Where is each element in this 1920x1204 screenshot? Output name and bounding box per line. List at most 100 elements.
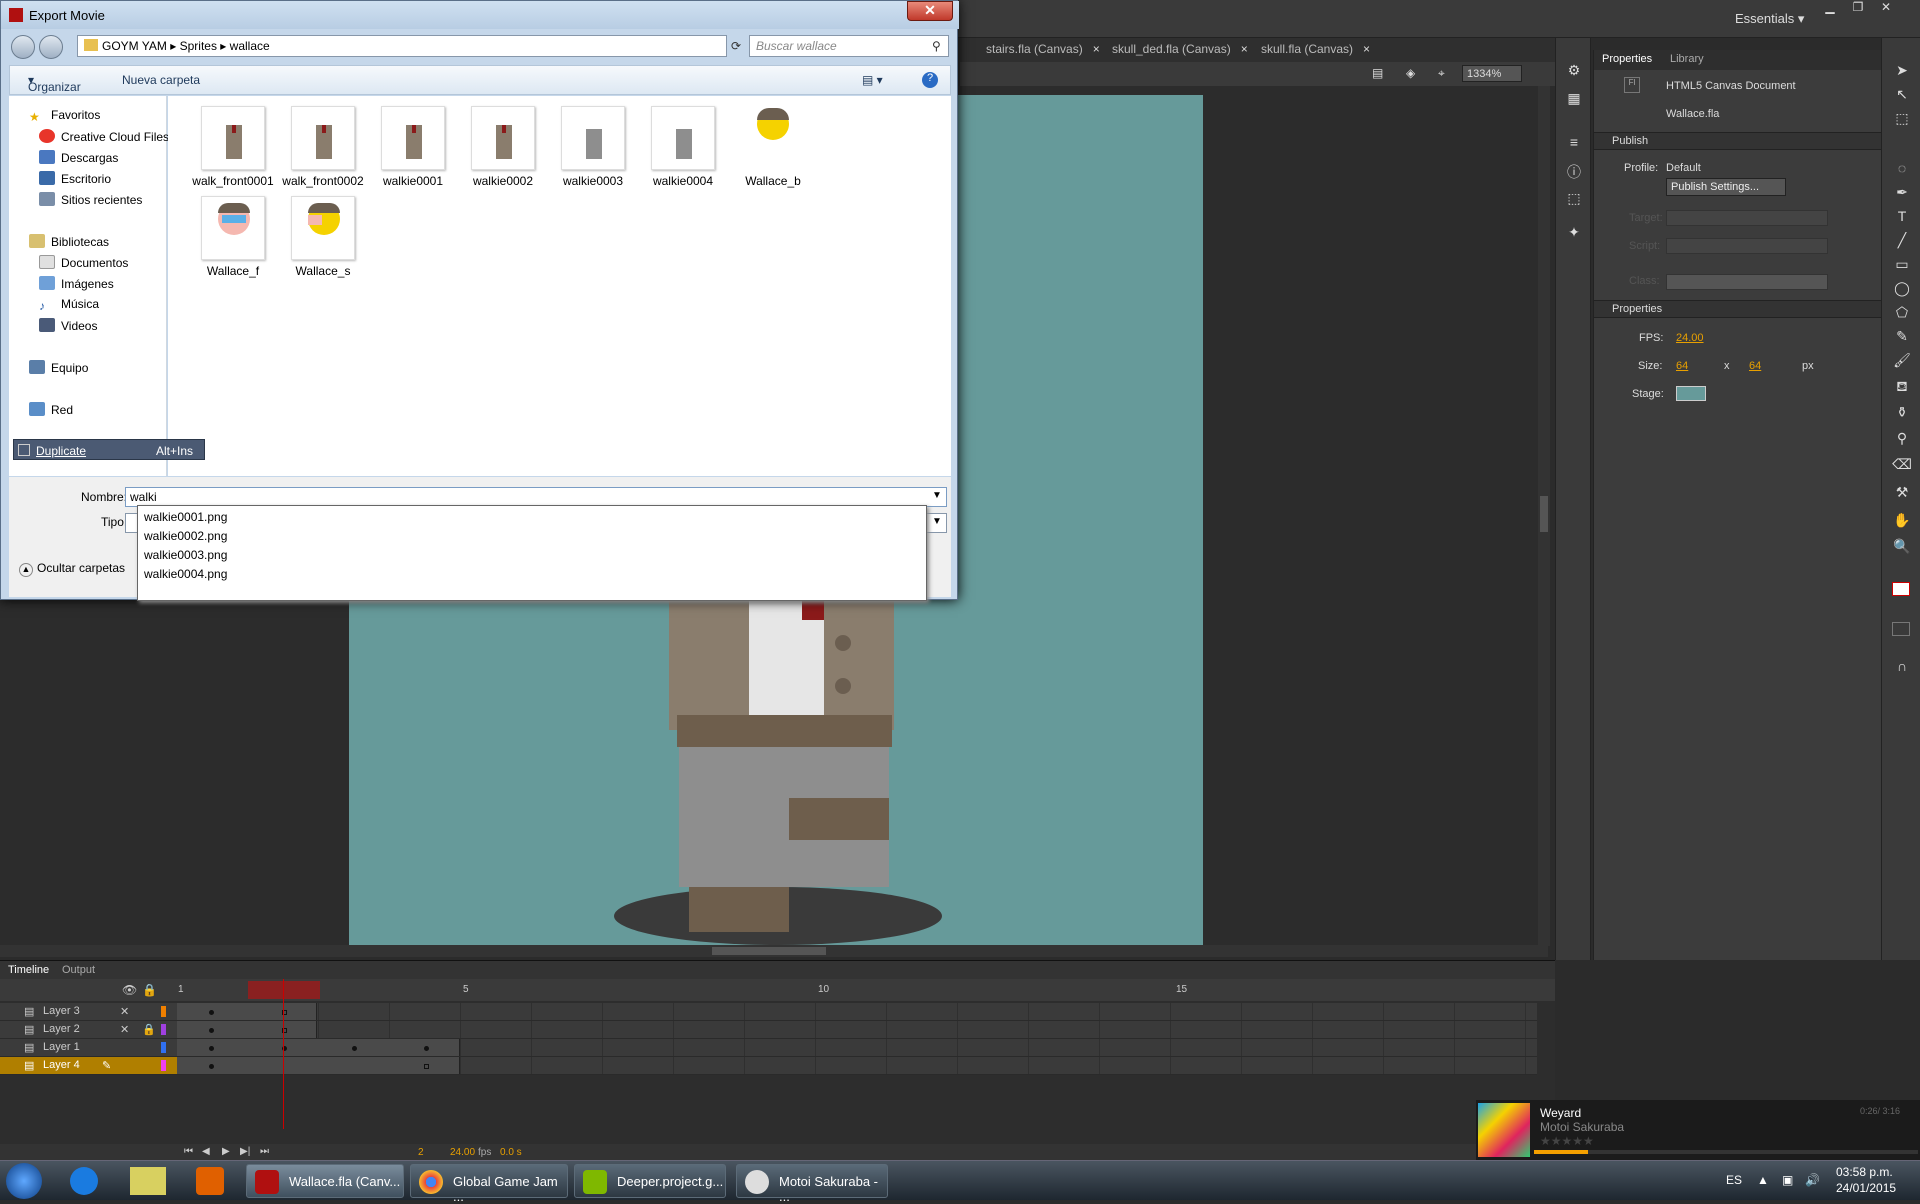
file-item[interactable]: walkie0003	[543, 106, 643, 188]
close-icon[interactable]: ✕	[1872, 0, 1900, 18]
close-button[interactable]: ✕	[907, 1, 953, 21]
oval-tool-icon[interactable]: ◯	[1892, 280, 1912, 300]
file-item[interactable]: walk_front0002	[273, 106, 373, 188]
file-item[interactable]: walkie0004	[633, 106, 733, 188]
frame-row[interactable]	[177, 1057, 1537, 1075]
nav-pictures[interactable]: Imágenes	[39, 276, 114, 291]
motion-editor-icon[interactable]: ⚙	[1564, 62, 1584, 82]
start-button[interactable]	[6, 1163, 42, 1199]
current-frame[interactable]: 2	[418, 1147, 424, 1158]
lock-icon[interactable]: 🔒	[142, 1023, 156, 1036]
search-input[interactable]: Buscar wallace ⚲	[749, 35, 949, 57]
properties-section-header[interactable]: Properties	[1594, 300, 1882, 318]
target-select[interactable]	[1666, 210, 1828, 226]
file-item[interactable]: Wallace_s	[273, 196, 373, 278]
frame-ruler[interactable]: 👁 🔒 1 5 10 15	[0, 979, 1555, 1001]
nav-music[interactable]: ♪ Música	[39, 297, 99, 313]
new-folder-button[interactable]: Nueva carpeta	[122, 73, 200, 87]
class-input[interactable]	[1666, 274, 1828, 290]
refresh-icon[interactable]: ⟳	[731, 39, 741, 53]
next-frame-icon[interactable]: ▶|	[240, 1146, 250, 1157]
brush-tool-icon[interactable]: 🖌	[1892, 352, 1912, 372]
task-chrome[interactable]: Global Game Jam ...	[410, 1164, 568, 1204]
hide-folders-button[interactable]: ▲ Ocultar carpetas	[19, 561, 125, 577]
context-menu-duplicate[interactable]: Duplicate Alt+Ins	[13, 439, 205, 460]
rectangle-tool-icon[interactable]: ▭	[1892, 256, 1912, 276]
grid-icon[interactable]: ▦	[1564, 90, 1584, 110]
pinned-app-icon[interactable]	[130, 1167, 166, 1195]
layer-row[interactable]: ▤ Layer 2 ✕ 🔒	[0, 1021, 177, 1039]
suggestion-item[interactable]: walkie0004.png	[144, 567, 227, 581]
stroke-color-swatch[interactable]	[1892, 582, 1910, 596]
file-item[interactable]: walk_front0001	[183, 106, 283, 188]
horizontal-scrollbar[interactable]	[0, 945, 1548, 957]
publish-section-header[interactable]: Publish	[1594, 132, 1882, 150]
selection-tool-icon[interactable]: ➤	[1892, 62, 1912, 82]
nav-libraries[interactable]: Bibliotecas	[29, 234, 109, 249]
tab-library[interactable]: Library	[1670, 53, 1704, 65]
nav-network[interactable]: Red	[29, 402, 73, 417]
bone-tool-icon[interactable]: ⚒	[1892, 484, 1912, 504]
hidden-x-icon[interactable]: ✕	[120, 1023, 129, 1036]
nav-creative-cloud[interactable]: Creative Cloud Files	[39, 129, 169, 144]
info-icon[interactable]: ⓘ	[1564, 162, 1584, 182]
restore-icon[interactable]: ❐	[1844, 0, 1872, 18]
close-tab-icon[interactable]: ×	[1241, 42, 1248, 56]
hand-tool-icon[interactable]: ✋	[1892, 512, 1912, 532]
nav-videos[interactable]: Videos	[39, 318, 97, 333]
pencil-tool-icon[interactable]: ✎	[1892, 328, 1912, 348]
network-icon[interactable]: ▣	[1782, 1173, 1793, 1187]
crumb[interactable]: wallace	[230, 39, 270, 53]
edit-scene-icon[interactable]: ▤	[1372, 66, 1383, 80]
components-icon[interactable]: ✦	[1564, 224, 1584, 244]
crumb[interactable]: Sprites	[180, 39, 217, 53]
align-icon[interactable]: ≡	[1564, 134, 1584, 154]
nav-downloads[interactable]: Descargas	[39, 150, 118, 165]
subselection-tool-icon[interactable]: ↖	[1892, 86, 1912, 106]
dropdown-arrow-icon[interactable]: ▼	[932, 490, 942, 501]
nav-documents[interactable]: Documentos	[39, 255, 128, 270]
suggestion-item[interactable]: walkie0003.png	[144, 548, 227, 562]
eraser-tool-icon[interactable]: ⌫	[1892, 456, 1912, 476]
clock-date[interactable]: 24/01/2015	[1836, 1181, 1896, 1195]
nav-computer[interactable]: Equipo	[29, 360, 88, 375]
suggestion-item[interactable]: walkie0001.png	[144, 510, 227, 524]
fill-color-swatch[interactable]	[1892, 622, 1910, 636]
clock-time[interactable]: 03:58 p.m.	[1836, 1165, 1893, 1179]
tab-properties[interactable]: Properties	[1602, 53, 1652, 65]
ink-bottle-icon[interactable]: ⚱	[1892, 404, 1912, 424]
nav-favorites[interactable]: ★ Favoritos	[29, 108, 100, 124]
line-tool-icon[interactable]: ╱	[1892, 232, 1912, 252]
play-icon[interactable]: ▶	[222, 1146, 230, 1157]
stage-color-swatch[interactable]	[1676, 386, 1706, 401]
script-select[interactable]	[1666, 238, 1828, 254]
layer-row[interactable]: ▤ Layer 3 ✕	[0, 1003, 177, 1021]
fps-readout[interactable]: 24.00	[450, 1147, 475, 1158]
view-options-icon[interactable]: ▤ ▾	[862, 73, 883, 87]
nav-desktop[interactable]: Escritorio	[39, 171, 111, 186]
breadcrumb[interactable]: GOYM YAM ▸ Sprites ▸ wallace	[77, 35, 727, 57]
last-frame-icon[interactable]: ⏭	[260, 1146, 269, 1157]
file-item[interactable]: Wallace_f	[183, 196, 283, 278]
close-tab-icon[interactable]: ×	[1363, 42, 1370, 56]
layer-row[interactable]: ▤ Layer 1	[0, 1039, 177, 1057]
polystar-tool-icon[interactable]: ⬠	[1892, 304, 1912, 324]
vertical-scrollbar[interactable]	[1538, 86, 1550, 946]
frame-row[interactable]	[177, 1003, 1537, 1021]
fps-value[interactable]: 24.00	[1676, 332, 1704, 344]
tab-stairs[interactable]: stairs.fla (Canvas) ×	[986, 42, 1100, 56]
text-tool-icon[interactable]: T	[1892, 208, 1912, 228]
nav-recent[interactable]: Sitios recientes	[39, 192, 142, 207]
close-tab-icon[interactable]: ×	[1093, 42, 1100, 56]
lasso-tool-icon[interactable]: ◌	[1892, 160, 1912, 180]
dropdown-arrow-icon[interactable]: ▼	[932, 516, 942, 527]
help-icon[interactable]: ?	[922, 72, 938, 88]
hidden-x-icon[interactable]: ✕	[120, 1005, 129, 1018]
forward-button[interactable]	[39, 35, 63, 59]
ie-icon[interactable]	[70, 1167, 98, 1195]
filename-input[interactable]: walki ▼	[125, 487, 947, 507]
free-transform-icon[interactable]: ⬚	[1892, 110, 1912, 130]
eyedropper-icon[interactable]: ⚲	[1892, 430, 1912, 450]
zoom-tool-icon[interactable]: 🔍	[1892, 538, 1912, 558]
tray-expand-icon[interactable]: ▲	[1757, 1173, 1769, 1187]
